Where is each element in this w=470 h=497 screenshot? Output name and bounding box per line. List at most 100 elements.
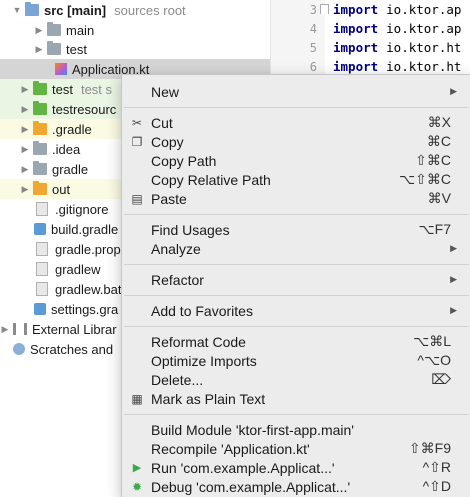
gradle-file-icon <box>34 303 46 315</box>
tree-item-label: settings.gra <box>51 301 119 317</box>
tree-item-main[interactable]: ▶ main <box>0 20 270 40</box>
tree-item-label: Scratches and <box>30 341 114 357</box>
menu-item-analyze[interactable]: Analyze ▶ <box>122 239 470 258</box>
menu-item-new[interactable]: New ▶ <box>122 82 470 101</box>
menu-item-label: Copy Path <box>151 152 217 169</box>
file-icon <box>36 242 48 256</box>
menu-item-label: Run 'com.example.Applicat...' <box>151 459 335 476</box>
menu-item-find-usages[interactable]: Find Usages ⌥F7 <box>122 220 470 239</box>
menu-separator <box>124 214 469 215</box>
folder-icon <box>33 181 47 195</box>
file-icon <box>36 202 48 216</box>
tree-item-label: gradle.prop <box>55 241 121 257</box>
menu-item-label: Delete... <box>151 371 204 388</box>
chevron-right-icon[interactable]: ▶ <box>20 164 30 175</box>
menu-item-shortcut: ^⇧D <box>422 478 451 494</box>
clipboard-icon: ▤ <box>131 191 143 206</box>
menu-item-delete[interactable]: Delete... ⌦ <box>122 370 470 389</box>
folder-icon <box>47 22 61 36</box>
menu-item-copy-relative-path[interactable]: Copy Relative Path ⌥⇧⌘C <box>122 170 470 189</box>
menu-item-recompile[interactable]: Recompile 'Application.kt' ⇧⌘F9 <box>122 439 470 458</box>
menu-item-label: Analyze <box>151 240 201 257</box>
folder-icon <box>33 101 47 115</box>
code-keyword: import <box>333 40 379 55</box>
submenu-arrow-icon: ▶ <box>450 274 457 284</box>
menu-item-label: Copy <box>151 133 184 150</box>
menu-item-build-module[interactable]: Build Module 'ktor-first-app.main' <box>122 420 470 439</box>
submenu-arrow-icon: ▶ <box>450 305 457 315</box>
chevron-down-icon[interactable]: ▼ <box>12 5 22 15</box>
context-menu: New ▶ ✂ Cut ⌘X ❐ Copy ⌘C Copy Path ⇧⌘C C… <box>121 74 470 497</box>
line-number: 6 <box>309 59 317 74</box>
menu-item-mark-as-plain-text[interactable]: ▦ Mark as Plain Text <box>122 389 470 408</box>
chevron-right-icon[interactable]: ▶ <box>20 84 30 95</box>
menu-item-label: Recompile 'Application.kt' <box>151 440 310 457</box>
menu-item-reformat-code[interactable]: Reformat Code ⌥⌘L <box>122 332 470 351</box>
menu-item-debug[interactable]: ✹ Debug 'com.example.Applicat...' ^⇧D <box>122 477 470 496</box>
menu-item-copy[interactable]: ❐ Copy ⌘C <box>122 132 470 151</box>
menu-item-shortcut: ⌥⌘L <box>413 333 451 349</box>
line-number: 5 <box>309 40 317 55</box>
kotlin-file-icon <box>55 63 67 75</box>
folder-icon <box>33 161 47 175</box>
tree-item-label: main <box>66 22 95 38</box>
tree-item-src-main[interactable]: ▼ src [main] sources root <box>0 0 270 20</box>
tree-item-hint: sources root <box>114 2 186 18</box>
chevron-right-icon[interactable]: ▶ <box>34 25 44 36</box>
menu-item-shortcut: ⌘V <box>427 190 451 206</box>
menu-item-shortcut: ⌘C <box>426 133 451 149</box>
scissors-icon: ✂ <box>131 115 143 130</box>
folder-icon <box>33 81 47 95</box>
line-number: 3 <box>309 2 317 17</box>
tree-item-label: test <box>52 81 73 97</box>
tree-item-test[interactable]: ▶ test <box>0 39 270 59</box>
menu-item-refactor[interactable]: Refactor ▶ <box>122 270 470 289</box>
menu-item-run[interactable]: ▶ Run 'com.example.Applicat...' ^⇧R <box>122 458 470 477</box>
chevron-right-icon[interactable]: ▶ <box>20 104 30 115</box>
code-line[interactable]: 4 import io.ktor.ap <box>271 19 470 38</box>
tree-item-label: gradle <box>52 161 89 177</box>
tree-item-label: testresourc <box>52 101 117 117</box>
menu-item-cut[interactable]: ✂ Cut ⌘X <box>122 113 470 132</box>
menu-item-shortcut: ⌦ <box>431 371 451 387</box>
menu-item-add-to-favorites[interactable]: Add to Favorites ▶ <box>122 301 470 320</box>
menu-item-paste[interactable]: ▤ Paste ⌘V <box>122 189 470 208</box>
scratches-icon <box>13 343 25 355</box>
submenu-arrow-icon: ▶ <box>450 243 457 253</box>
code-keyword: import <box>333 2 379 17</box>
run-icon: ▶ <box>132 461 142 474</box>
menu-item-label: Copy Relative Path <box>151 171 271 188</box>
menu-item-label: Add to Favorites <box>151 302 253 319</box>
chevron-right-icon[interactable]: ▶ <box>20 124 30 135</box>
tree-item-label: .gradle <box>52 121 92 137</box>
tree-item-label: gradlew.bat <box>55 281 122 297</box>
menu-item-label: Cut <box>151 114 173 131</box>
debug-bug-icon: ✹ <box>131 479 143 494</box>
folder-icon <box>25 2 39 16</box>
submenu-arrow-icon: ▶ <box>450 86 457 96</box>
menu-item-shortcut: ⌘X <box>427 114 451 130</box>
menu-item-optimize-imports[interactable]: Optimize Imports ^⌥O <box>122 351 470 370</box>
chevron-right-icon[interactable]: ▶ <box>0 324 10 335</box>
code-text: io.ktor.ap <box>386 21 462 36</box>
menu-item-shortcut: ⇧⌘F9 <box>408 440 451 456</box>
tree-item-label: External Librar <box>32 321 117 337</box>
menu-separator <box>124 326 469 327</box>
tree-item-label: gradlew <box>55 261 101 277</box>
tree-item-label: test <box>66 41 87 57</box>
menu-item-copy-path[interactable]: Copy Path ⇧⌘C <box>122 151 470 170</box>
tree-item-label: src [main] <box>44 2 107 18</box>
code-line[interactable]: 3 import io.ktor.ap <box>271 0 470 19</box>
chevron-right-icon[interactable]: ▶ <box>34 44 44 55</box>
folder-icon <box>33 121 47 135</box>
chevron-right-icon[interactable]: ▶ <box>20 144 30 155</box>
gradle-file-icon <box>34 223 46 235</box>
code-line[interactable]: 5 import io.ktor.ht <box>271 38 470 57</box>
menu-item-label: Find Usages <box>151 221 230 238</box>
tree-item-label: out <box>52 181 71 197</box>
copy-icon: ❐ <box>131 134 143 149</box>
chevron-right-icon[interactable]: ▶ <box>20 184 30 195</box>
file-icon <box>36 262 48 276</box>
menu-item-shortcut: ⌥F7 <box>418 221 451 237</box>
tree-item-label: .gitignore <box>55 201 109 217</box>
